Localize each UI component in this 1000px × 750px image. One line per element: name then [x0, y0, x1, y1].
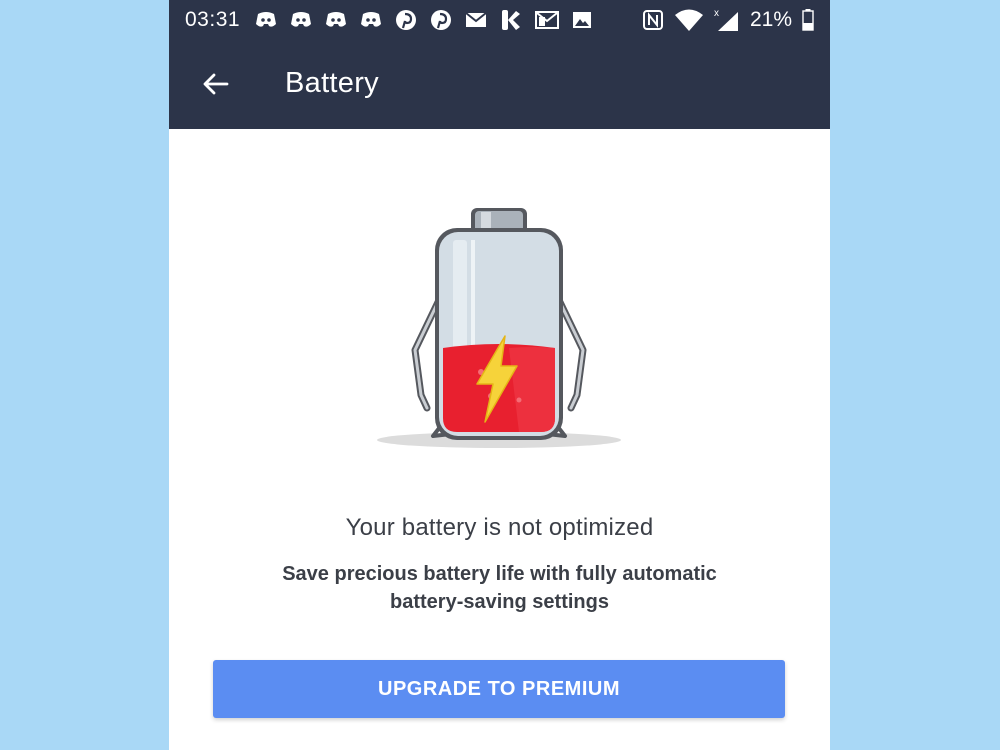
- pinterest-icon: [431, 10, 451, 30]
- wifi-icon: [674, 9, 703, 31]
- kik-icon: [502, 10, 520, 30]
- nfc-icon: [642, 10, 663, 30]
- low-battery-illustration: [369, 200, 629, 460]
- discord-icon: [291, 12, 311, 27]
- notification-icons: [255, 9, 592, 31]
- discord-icon: [256, 12, 276, 27]
- status-time: 03:31: [185, 8, 241, 31]
- status-description: Save precious battery life with fully au…: [282, 563, 717, 613]
- battery-icon: [802, 9, 814, 31]
- app-bar: Battery: [169, 40, 830, 129]
- mail-icon: [465, 12, 487, 27]
- discord-icon: [326, 12, 346, 27]
- signal-icon: x: [714, 8, 738, 31]
- gmail-icon: [535, 11, 559, 29]
- discord-icon: [361, 12, 381, 27]
- battery-percent: 21%: [749, 8, 792, 31]
- arrow-left-icon: [203, 73, 229, 95]
- status-headline: Your battery is not optimized: [345, 514, 654, 541]
- system-status: x 21%: [642, 8, 814, 32]
- upgrade-to-premium-button[interactable]: UPGRADE TO PREMIUM: [213, 660, 785, 718]
- status-bar: 03:31 x 21%: [169, 0, 830, 40]
- image-icon: [573, 12, 591, 28]
- back-button[interactable]: [193, 62, 237, 106]
- phone-screen: 03:31 x 21% Battery Your battery is not …: [169, 0, 830, 750]
- svg-text:x: x: [714, 8, 719, 19]
- pinterest-icon: [396, 10, 416, 30]
- page-title: Battery: [285, 67, 379, 99]
